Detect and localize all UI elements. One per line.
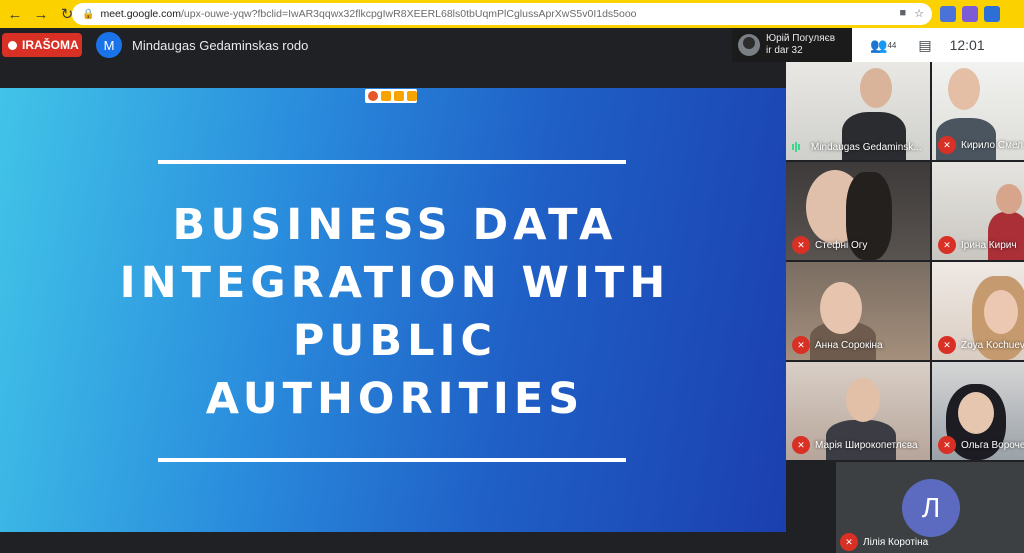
address-bar[interactable]: 🔒 meet.google.com/upx-ouwe-yqw?fbclid=Iw… — [72, 3, 932, 25]
meeting-clock: 12:01 — [949, 37, 985, 53]
join-notification: Юрій Погуляєв ir dar 32 — [732, 28, 852, 62]
mic-off-icon: ✕ — [938, 136, 956, 154]
image-extension-icon[interactable] — [962, 6, 978, 22]
participant-tile[interactable]: ✕ Ірина Кирич — [932, 162, 1024, 260]
participant-tile[interactable]: ✕ Ольга Вороче — [932, 362, 1024, 460]
presenter-name: Mindaugas Gedaminskas rodo — [132, 37, 309, 53]
mic-off-icon: ✕ — [938, 336, 956, 354]
translate-extension-icon[interactable] — [940, 6, 956, 22]
url-text: meet.google.com/upx-ouwe-yqw?fbclid=IwAR… — [100, 8, 637, 20]
recording-indicator[interactable]: IRAŠOMA — [2, 33, 82, 57]
mic-off-icon: ✕ — [792, 436, 810, 454]
chat-icon: ▤ — [918, 36, 932, 53]
participant-tile[interactable]: Mindaugas Gedaminsk... — [786, 62, 930, 160]
slide-divider-bottom — [158, 458, 626, 462]
participant-avatar: Л — [902, 479, 960, 537]
people-button[interactable]: 👥 44 — [870, 37, 896, 54]
notification-extra: ir dar 32 — [766, 45, 803, 56]
slide-divider-top — [158, 160, 626, 164]
extension-icon[interactable] — [984, 6, 1000, 22]
forward-arrow-icon[interactable]: → — [30, 3, 52, 25]
mic-off-icon: ✕ — [792, 236, 810, 254]
participant-tile[interactable]: ✕ Анна Сорокіна — [786, 262, 930, 360]
notification-name: Юрій Погуляєв — [766, 33, 836, 44]
mic-off-icon: ✕ — [792, 336, 810, 354]
participant-tile[interactable]: ✕ Кирило Смел — [932, 62, 1024, 160]
participant-tile-self[interactable]: Л ✕ Лілія Коротіна — [836, 462, 1024, 553]
back-arrow-icon[interactable]: ← — [4, 3, 26, 25]
record-dot-icon — [8, 40, 17, 50]
chat-button[interactable]: ▤ — [918, 37, 931, 54]
presenter-avatar: M — [96, 32, 122, 58]
participant-grid: Mindaugas Gedaminsk... ✕ Кирило Смел ✕ С… — [786, 62, 1024, 462]
participant-tile[interactable]: ✕ Марія Широкопетлєва — [786, 362, 930, 460]
mic-off-icon: ✕ — [840, 533, 858, 551]
lock-icon: 🔒 — [82, 8, 95, 20]
people-icon: 👥 — [870, 36, 888, 53]
avatar — [738, 34, 760, 56]
meeting-controls: 👥 44 ▤ 12:01 — [852, 28, 1024, 62]
meet-window: IRAŠOMA M Mindaugas Gedaminskas rodo Юрі… — [0, 28, 1024, 553]
slide-title: BUSINESS DATA INTEGRATION WITH PUBLIC AU… — [119, 200, 671, 424]
presenter-info: M Mindaugas Gedaminskas rodo — [96, 32, 308, 58]
presentation-slide: BUSINESS DATA INTEGRATION WITH PUBLIC AU… — [0, 88, 786, 532]
speaking-icon — [792, 140, 806, 154]
mic-off-icon: ✕ — [938, 436, 956, 454]
browser-toolbar: ← → ↻ 🔒 meet.google.com/upx-ouwe-yqw?fbc… — [0, 0, 1024, 28]
mic-off-icon: ✕ — [938, 236, 956, 254]
participant-tile[interactable]: ✕ Стефні Огу — [786, 162, 930, 260]
screen-share-toolbar[interactable] — [365, 89, 417, 103]
participant-tile[interactable]: ✕ Zoya Kochuev — [932, 262, 1024, 360]
camera-permission-icon[interactable]: ■ — [899, 7, 906, 20]
bookmark-star-icon[interactable]: ☆ — [914, 7, 924, 20]
